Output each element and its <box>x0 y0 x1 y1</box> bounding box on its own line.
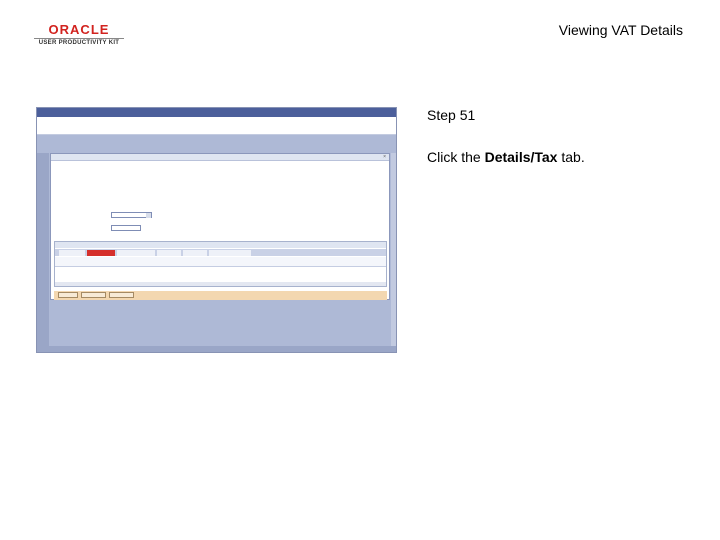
modal-button-bar <box>54 291 387 300</box>
page-title: Viewing VAT Details <box>558 22 683 38</box>
step-number: Step 51 <box>427 107 476 123</box>
logo-upk-text: USER PRODUCTIVITY KIT <box>38 40 120 46</box>
tab-7[interactable] <box>183 250 207 256</box>
instruction-target: Details/Tax <box>484 149 558 165</box>
screenshot-menubar <box>37 108 396 117</box>
table-row[interactable] <box>55 268 386 276</box>
grid-tabs <box>55 249 386 256</box>
screenshot-vertical-scrollbar <box>391 153 396 348</box>
grid-header <box>55 242 386 248</box>
screenshot-brandbar <box>37 117 396 135</box>
chevron-down-icon <box>146 213 151 218</box>
application-screenshot: × <box>36 107 397 353</box>
tab-8[interactable] <box>209 250 251 256</box>
instruction-suffix: tab. <box>557 149 585 165</box>
step-instruction: Click the Details/Tax tab. <box>427 149 585 165</box>
refresh-button[interactable] <box>109 292 134 298</box>
screenshot-left-strip <box>37 153 49 348</box>
tab-details-tax[interactable] <box>87 250 115 256</box>
close-icon[interactable]: × <box>383 154 386 160</box>
tab-asset-information[interactable] <box>117 250 155 256</box>
ok-button[interactable] <box>58 292 78 298</box>
upk-step-page: ORACLE USER PRODUCTIVITY KIT Viewing VAT… <box>0 0 720 540</box>
oracle-upk-logo: ORACLE USER PRODUCTIVITY KIT <box>34 22 124 48</box>
grid-column-headers <box>55 257 386 267</box>
logo-oracle-text: ORACLE <box>48 22 110 37</box>
modal-input-field[interactable] <box>111 225 141 231</box>
modal-titlebar <box>51 154 389 161</box>
screenshot-modal-window: × <box>50 153 390 300</box>
distribution-grid <box>54 241 387 287</box>
tab-6[interactable] <box>157 250 181 256</box>
grid-scrollbar[interactable] <box>55 282 386 286</box>
instruction-prefix: Click the <box>427 149 485 165</box>
cancel-button[interactable] <box>81 292 106 298</box>
modal-select-field[interactable] <box>111 212 152 218</box>
screenshot-horizontal-scrollbar <box>37 346 396 352</box>
logo-divider <box>34 38 124 39</box>
tab-chartfields[interactable] <box>59 250 85 256</box>
